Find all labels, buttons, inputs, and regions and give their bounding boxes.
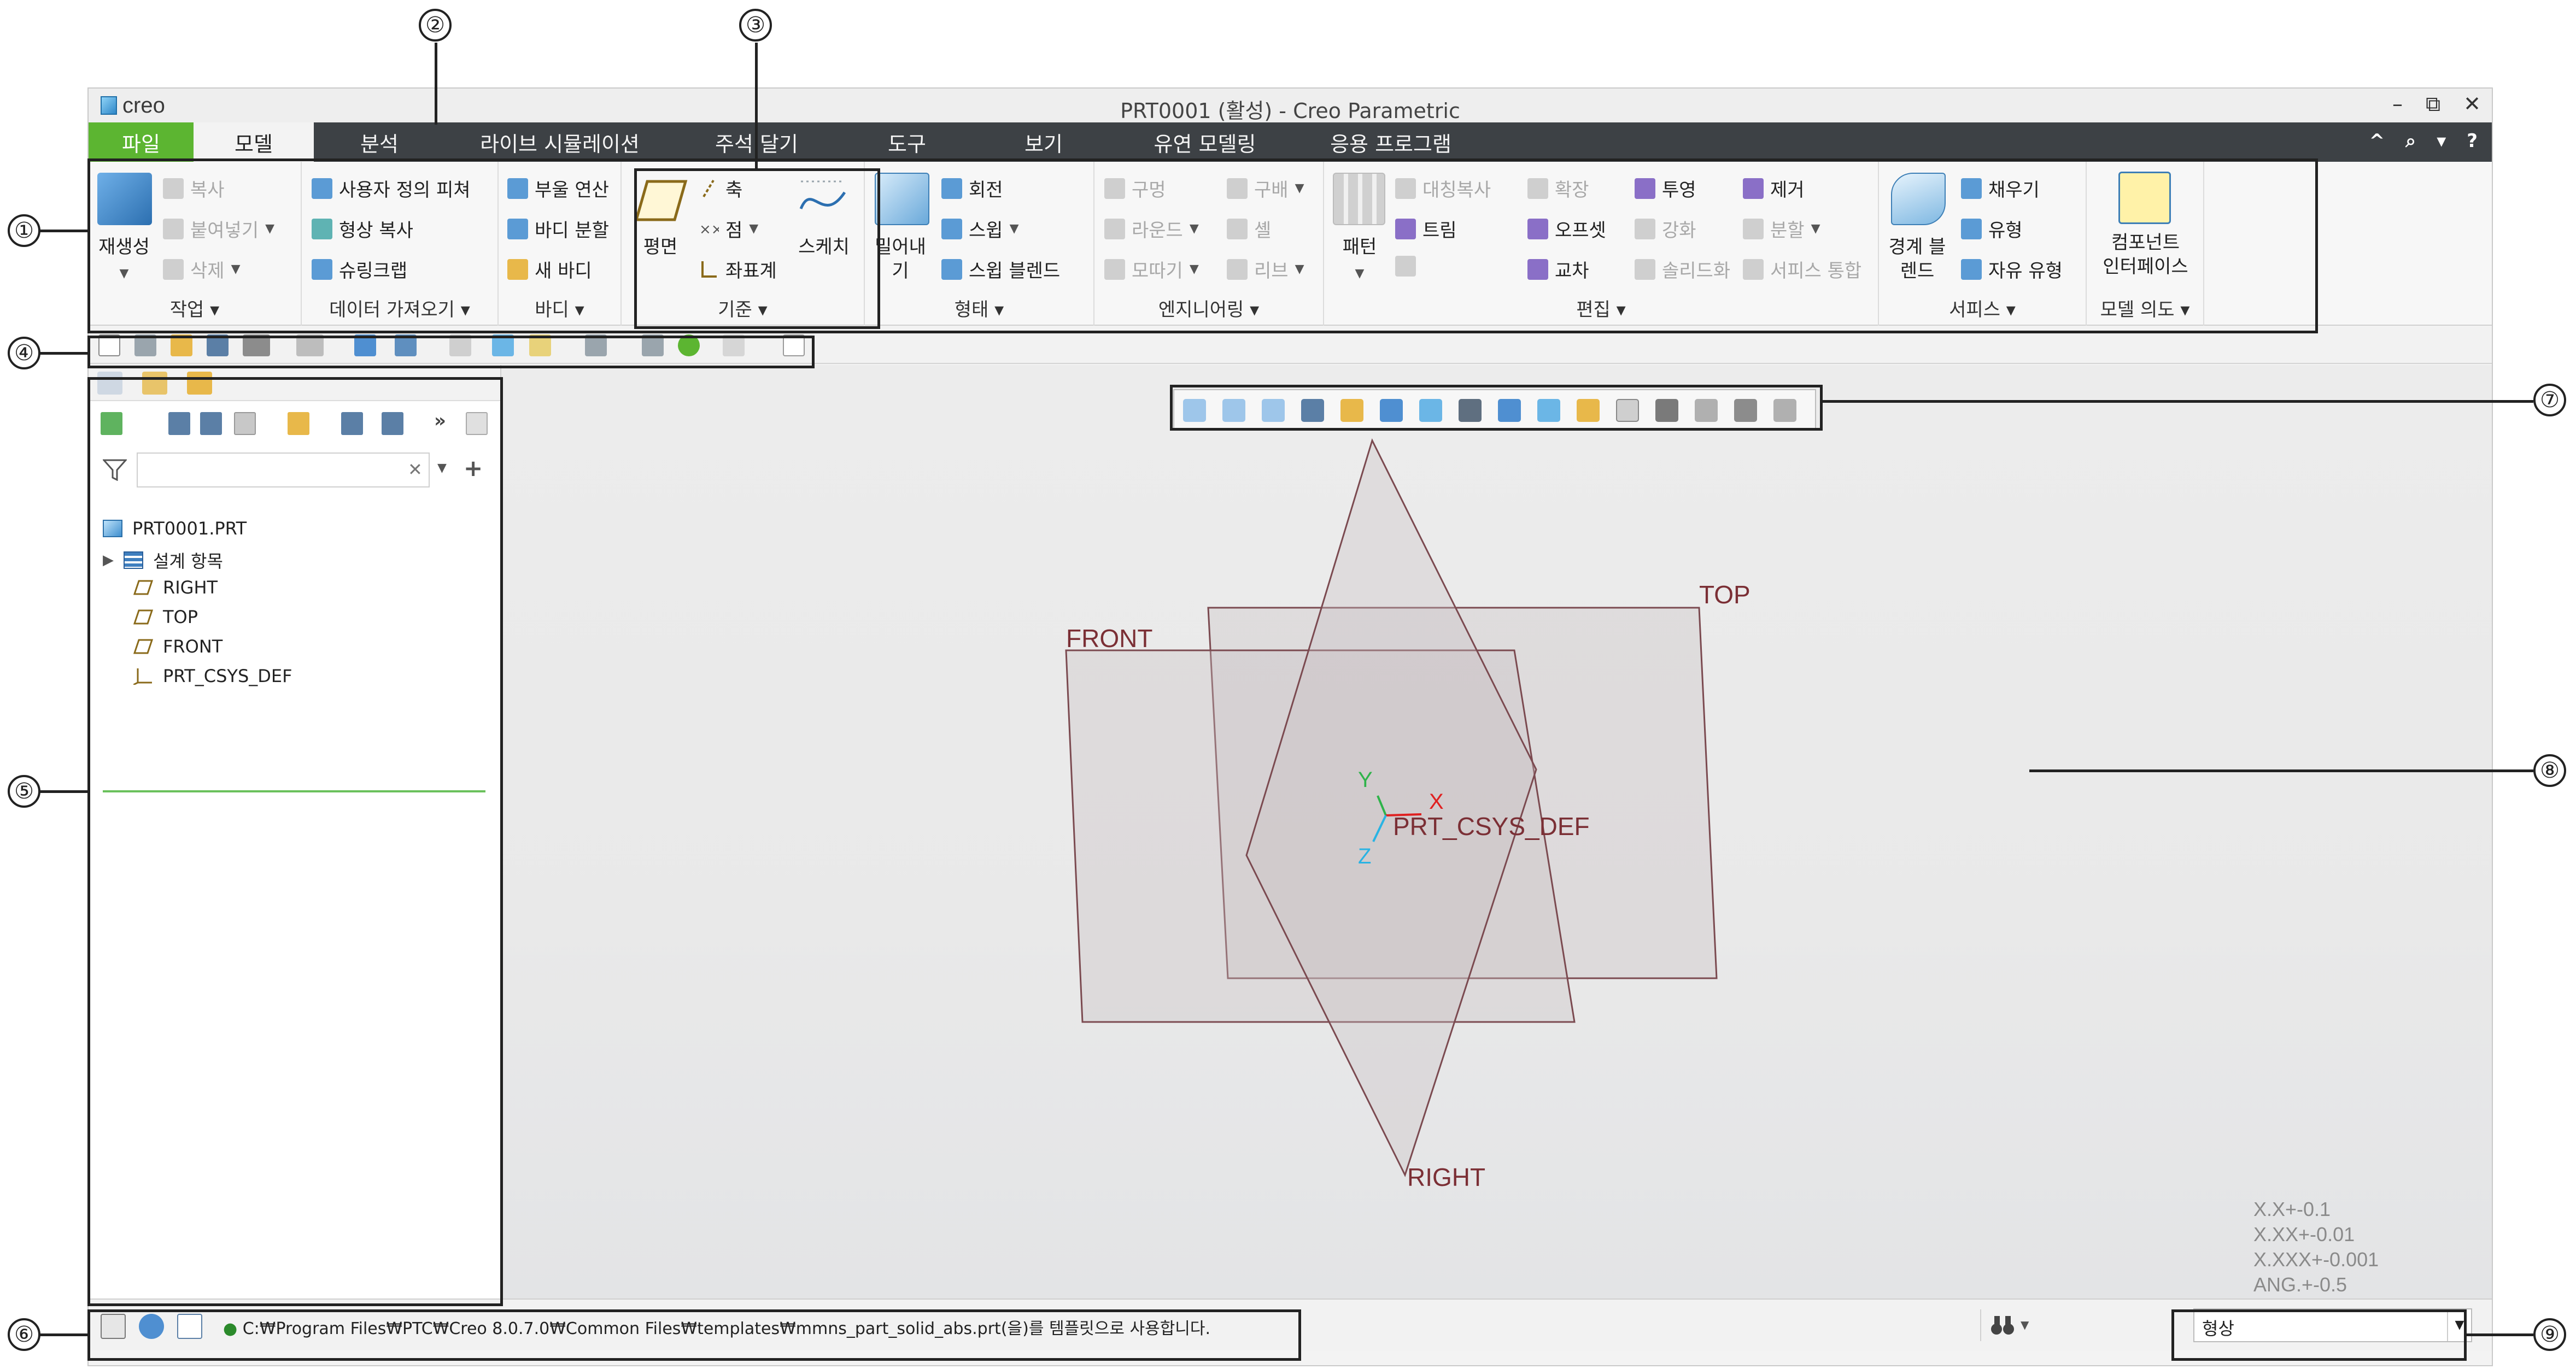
window-title: PRT0001 (활성) - Creo Parametric — [1120, 99, 1460, 123]
close-button[interactable]: ✕ — [2463, 92, 2481, 116]
view-toolbar-frame — [1170, 385, 1823, 431]
window-controls: – ⧉ ✕ — [2392, 92, 2481, 116]
binoculars-icon — [1991, 1316, 2014, 1335]
ribbon-tools: ^ ⌕ ▾ ? — [2369, 130, 2478, 152]
callout-line-1 — [38, 230, 89, 232]
callout-9: ⑨ — [2533, 1318, 2566, 1351]
quick-access-menu-button[interactable]: ▾ — [2437, 130, 2446, 152]
callout-8: ⑧ — [2533, 754, 2566, 787]
callout-5: ⑤ — [8, 775, 40, 808]
search-icon[interactable]: ⌕ — [2405, 130, 2416, 152]
title-bar: creo PRT0001 (활성) - Creo Parametric – ⧉ … — [89, 89, 2492, 123]
callout-3: ③ — [739, 9, 772, 42]
tab-applications[interactable]: 응용 프로그램 — [1298, 122, 1484, 162]
tolerance-line: X.X+-0.1 — [2253, 1198, 2331, 1220]
tolerance-line: ANG.+-0.5 — [2253, 1273, 2347, 1296]
callout-2: ② — [419, 9, 452, 42]
tab-analysis[interactable]: 분석 — [314, 122, 445, 162]
quick-access-frame — [87, 336, 815, 368]
restore-button[interactable]: ⧉ — [2426, 92, 2440, 116]
tolerance-display: X.X+-0.1 X.XX+-0.01 X.XXX+-0.001 ANG.+-0… — [2253, 1197, 2379, 1297]
tab-tools[interactable]: 도구 — [839, 122, 975, 162]
callout-line-2 — [435, 43, 437, 125]
callout-line-3 — [755, 43, 758, 169]
callout-4: ④ — [8, 337, 40, 369]
minimize-button[interactable]: – — [2392, 92, 2403, 116]
tab-live-simulation[interactable]: 라이브 시뮬레이션 — [445, 122, 675, 162]
tolerance-line: X.XXX+-0.001 — [2253, 1248, 2379, 1271]
callout-line-8 — [2029, 769, 2533, 772]
status-frame — [87, 1309, 1301, 1361]
model-tree-frame — [87, 377, 503, 1306]
tab-file[interactable]: 파일 — [89, 122, 194, 162]
callout-7: ⑦ — [2533, 384, 2566, 416]
datum-group-frame — [634, 168, 880, 329]
ribbon-tab-bar: 파일 모델 분석 라이브 시뮬레이션 주석 달기 도구 보기 유연 모델링 응용… — [89, 122, 2492, 162]
find-button[interactable]: ▼ — [1980, 1309, 2035, 1341]
callout-line-6 — [38, 1333, 89, 1336]
callout-1: ① — [8, 214, 40, 247]
help-button[interactable]: ? — [2467, 130, 2478, 152]
callout-6: ⑥ — [8, 1318, 40, 1351]
tab-view[interactable]: 보기 — [975, 122, 1112, 162]
ribbon-frame — [87, 158, 2318, 333]
callout-line-9 — [2467, 1333, 2533, 1336]
tab-flexible-modeling[interactable]: 유연 모델링 — [1112, 122, 1298, 162]
tab-model[interactable]: 모델 — [194, 122, 314, 162]
tolerance-line: X.XX+-0.01 — [2253, 1223, 2355, 1245]
callout-line-4 — [38, 352, 89, 355]
callout-line-7 — [1823, 400, 2533, 403]
minimize-ribbon-button[interactable]: ^ — [2369, 130, 2385, 152]
selection-filter-frame — [2171, 1309, 2467, 1361]
chevron-down-icon: ▼ — [2021, 1318, 2029, 1331]
callout-line-5 — [38, 790, 89, 793]
